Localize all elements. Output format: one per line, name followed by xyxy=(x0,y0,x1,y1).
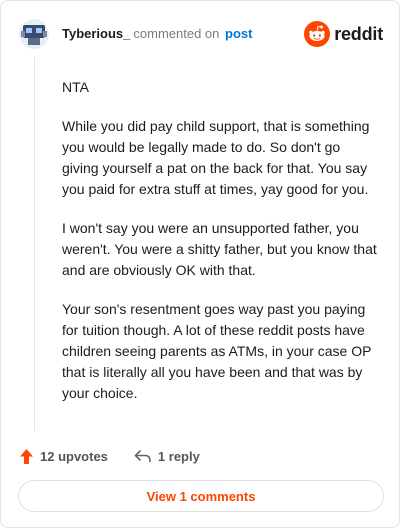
comment-paragraph: While you did pay child support, that is… xyxy=(62,118,370,197)
comment-body: NTA While you did pay child support, tha… xyxy=(62,77,380,422)
reddit-logo[interactable]: reddit xyxy=(304,21,383,47)
comment-actions: 12 upvotes 1 reply xyxy=(19,445,226,467)
upvote-button[interactable]: 12 upvotes xyxy=(19,448,108,465)
comment-meta: Tyberious_ commented on post xyxy=(62,26,252,41)
comment-paragraph: I won't say you were an unsupported fath… xyxy=(62,220,377,278)
reply-count: 1 reply xyxy=(157,448,200,464)
comment-paragraph: Your son's resentment goes way past you … xyxy=(62,301,372,401)
reddit-snoo-icon xyxy=(304,21,331,47)
comment-paragraph: NTA xyxy=(62,79,89,95)
brand-wordmark: reddit xyxy=(334,23,383,44)
post-link[interactable]: post xyxy=(225,26,252,41)
comment-header: Tyberious_ commented on post reddit xyxy=(19,19,383,51)
view-comments-button[interactable]: View 1 comments xyxy=(18,480,384,512)
username-link[interactable]: Tyberious_ xyxy=(62,26,130,41)
upvote-arrow-icon xyxy=(20,448,33,464)
commented-on-text: commented on xyxy=(133,26,220,41)
user-avatar[interactable] xyxy=(19,19,49,49)
comment-card: Tyberious_ commented on post reddit NTA W… xyxy=(0,0,400,528)
thread-line[interactable] xyxy=(34,57,35,431)
upvote-count: 12 upvotes xyxy=(40,448,108,464)
reply-button[interactable]: 1 reply xyxy=(134,449,200,464)
reply-arrow-icon xyxy=(134,450,151,463)
